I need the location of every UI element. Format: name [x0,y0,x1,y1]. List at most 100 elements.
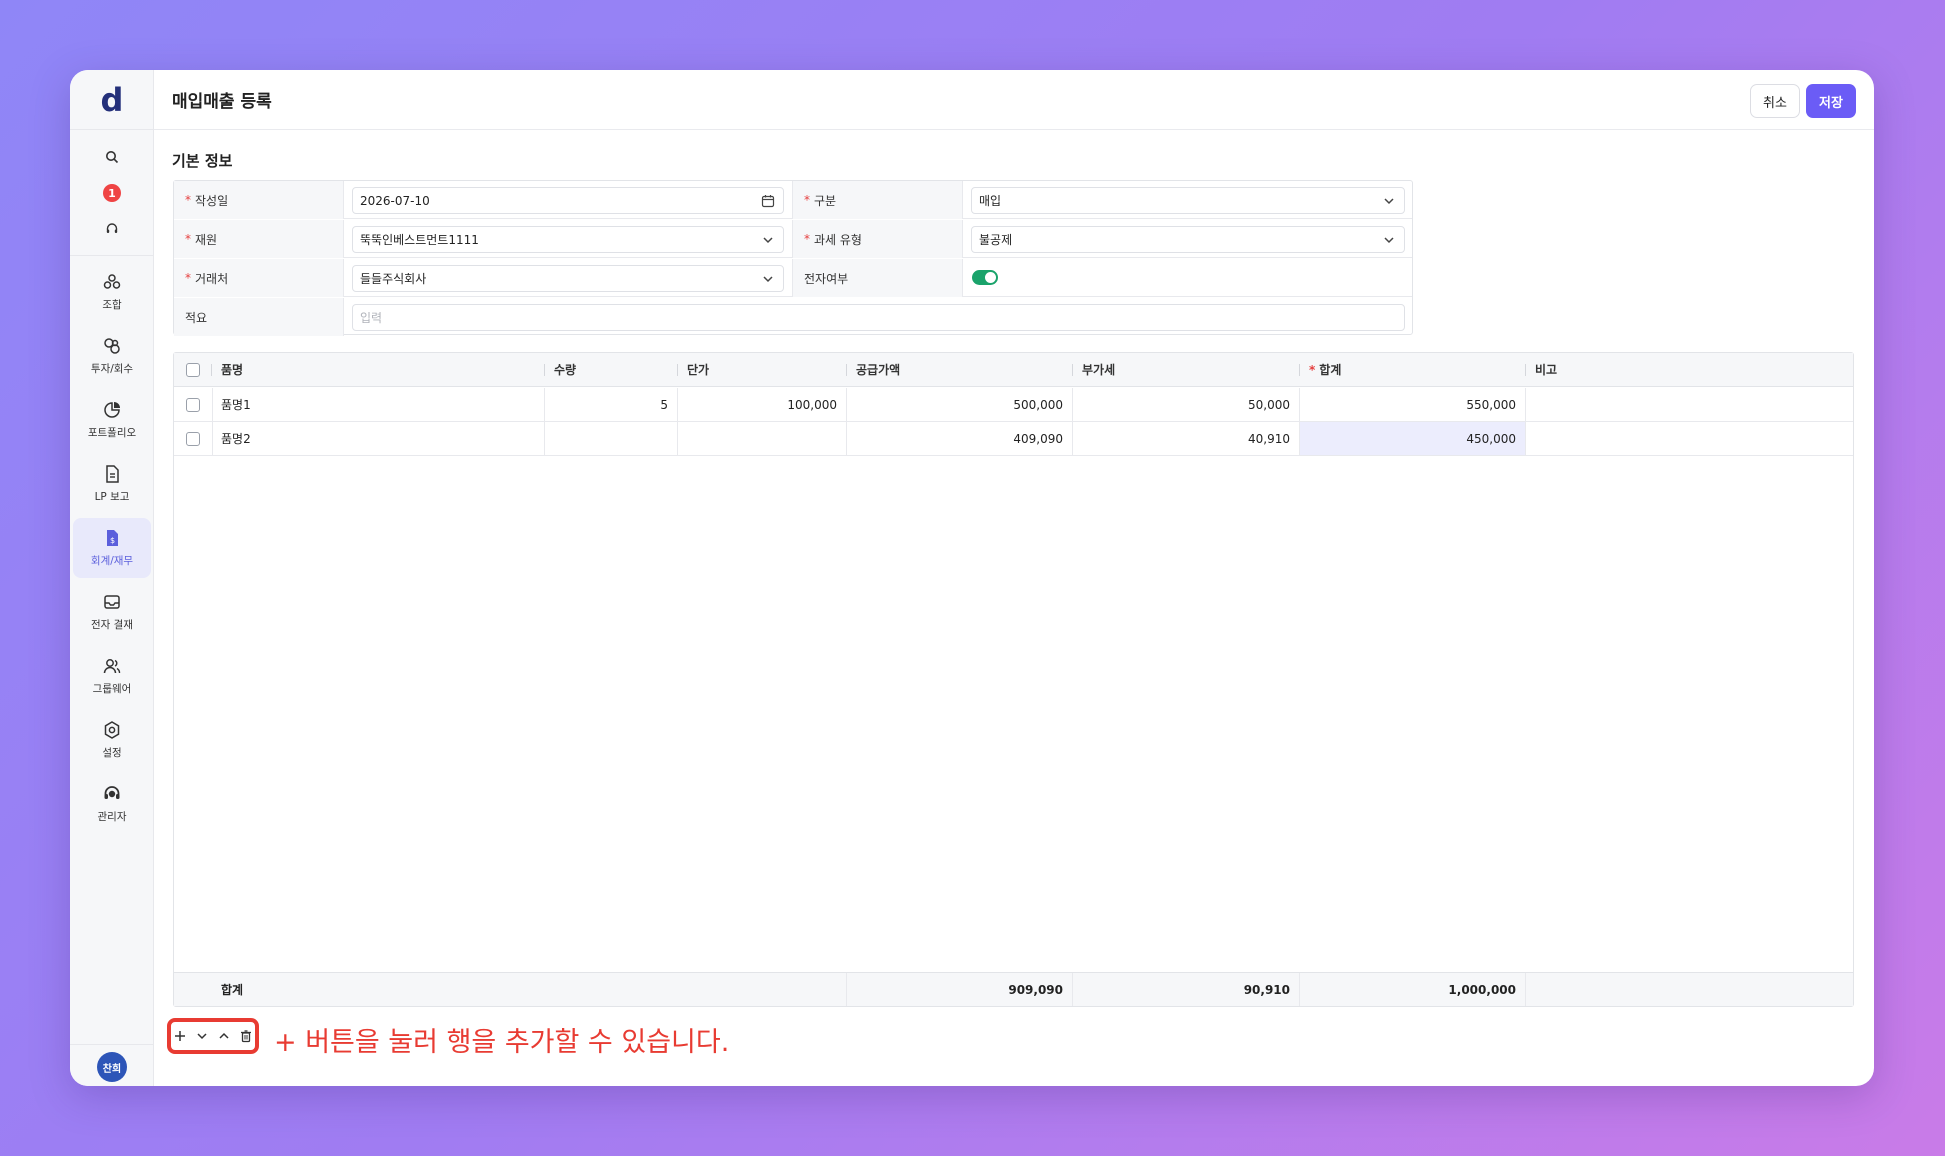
cell-name[interactable]: 품명1 [212,388,544,421]
cell-total[interactable]: 550,000 [1300,388,1525,421]
portfolio-icon [102,400,122,420]
approval-icon [102,592,122,612]
accounting-icon: $ [102,528,122,548]
footer-grand-total: 1,000,000 [1448,982,1516,997]
memo-input[interactable]: 입력 [352,304,1405,331]
avatar[interactable]: 찬희 [97,1052,127,1082]
cell-supply[interactable]: 409,090 [847,422,1072,455]
cell-supply[interactable]: 500,000 [847,388,1072,421]
trash-icon [241,1030,252,1043]
add-row-button[interactable] [171,1027,188,1045]
cell-unit-price[interactable]: 100,000 [678,388,846,421]
sidebar-item-portfolio[interactable]: 포트폴리오 [73,390,151,450]
electronic-toggle[interactable] [972,270,998,285]
sidebar-item-label: 관리자 [97,811,127,823]
form-row: * 작성일 2026-07-10 * 구분 매입 [174,181,1412,219]
move-down-button[interactable] [193,1027,210,1045]
sidebar-item-label: 회계/재무 [90,555,134,567]
row-checkbox[interactable] [186,397,200,412]
type-select[interactable]: 매입 [971,187,1405,214]
column-header-unit-price[interactable]: 단가 [678,353,846,386]
cell-vat[interactable]: 40,910 [1073,422,1299,455]
sidebar-item-settings[interactable]: 설정 [73,710,151,770]
sidebar-divider [70,255,154,256]
chevron-down-icon [197,1033,207,1040]
chevron-up-icon [219,1032,229,1039]
tax-type-select[interactable]: 불공제 [971,226,1405,253]
row-select-cell [174,388,212,421]
save-button[interactable]: 저장 [1806,84,1856,118]
sidebar-item-union[interactable]: 조합 [73,262,151,322]
cell-note[interactable] [1526,388,1854,421]
sidebar-item-investment[interactable]: 투자/회수 [73,326,151,386]
sidebar-item-label: LP 보고 [94,491,130,503]
fund-select[interactable]: 뚝뚝인베스트먼트1111 [352,226,784,253]
report-icon [102,464,122,484]
column-header-name[interactable]: 품명 [212,353,544,386]
delete-row-button[interactable] [238,1027,255,1045]
row-checkbox[interactable] [186,431,200,446]
sidebar-item-approval[interactable]: 전자 결재 [73,582,151,642]
section-title: 기본 정보 [172,152,233,170]
move-up-button[interactable] [216,1027,233,1045]
grid-header: 품명 수량 단가 공급가액 부가세 * 합계 비고 [174,353,1853,387]
union-icon [102,272,122,292]
groupware-icon [102,656,122,676]
headset-icon[interactable] [101,218,123,240]
top-bar: 매입매출 등록 취소 저장 [154,70,1874,130]
cell-name[interactable]: 품명2 [212,422,544,455]
settings-icon [102,720,122,740]
grid-footer-totals: 합계 909,090 90,910 1,000,000 [174,972,1853,1006]
chevron-down-icon [1382,233,1396,247]
chevron-down-icon [1382,194,1396,208]
calendar-icon[interactable] [761,194,775,208]
sidebar-nav: 조합 투자/회수 포트폴리오 LP 보고 $ 회계/재무 전자 결재 그룹웨어 … [73,262,151,834]
sidebar-item-groupware[interactable]: 그룹웨어 [73,646,151,706]
sidebar-item-label: 설정 [102,747,122,759]
cell-unit-price[interactable] [678,422,846,455]
cell-note[interactable] [1526,422,1854,455]
sidebar: d 1 조합 투자/회수 포트폴리오 LP 보고 $ 회계/재무 전자 결재 그… [70,70,154,1086]
sidebar-item-accounting[interactable]: $ 회계/재무 [73,518,151,578]
memo-placeholder: 입력 [360,311,383,325]
table-row[interactable]: 품명2 409,090 40,910 450,000 [174,422,1853,456]
tax-type-label: * 과세 유형 [793,220,963,258]
column-header-supply[interactable]: 공급가액 [847,353,1072,386]
select-all-cell [174,353,212,386]
sidebar-item-admin[interactable]: 관리자 [73,774,151,834]
cell-vat[interactable]: 50,000 [1073,388,1299,421]
search-icon[interactable] [101,146,123,168]
sidebar-item-lp-report[interactable]: LP 보고 [73,454,151,514]
date-field[interactable]: 2026-07-10 [352,187,784,214]
select-all-checkbox[interactable] [186,362,200,377]
notification-badge[interactable]: 1 [103,184,121,202]
column-header-vat[interactable]: 부가세 [1073,353,1299,386]
cell-total-selected[interactable]: 450,000 [1300,422,1525,455]
electronic-label: 전자여부 [793,259,963,297]
sidebar-item-label: 투자/회수 [90,363,134,375]
cell-qty[interactable] [545,422,677,455]
column-header-note[interactable]: 비고 [1526,353,1854,386]
partner-label: * 거래처 [174,259,344,297]
cell-divider [1525,973,1526,1006]
sidebar-item-label: 전자 결재 [91,619,133,631]
sidebar-item-label: 포트폴리오 [87,427,137,439]
fund-label: * 재원 [174,220,344,258]
sidebar-item-label: 조합 [102,299,122,311]
footer-total-label: 합계 [221,983,244,997]
plus-icon [174,1031,185,1041]
items-grid: 품명 수량 단가 공급가액 부가세 * 합계 비고 품명1 5 100,000 … [173,352,1854,1007]
table-row[interactable]: 품명1 5 100,000 500,000 50,000 550,000 [174,388,1853,422]
cell-qty[interactable]: 5 [545,388,677,421]
column-header-total[interactable]: * 합계 [1300,353,1525,386]
partner-select[interactable]: 들들주식회사 [352,265,784,292]
form-row: * 거래처 들들주식회사 전자여부 [174,259,1412,297]
app-logo[interactable]: d [70,70,154,130]
chevron-down-icon [761,272,775,286]
investment-icon [102,336,122,356]
cancel-button[interactable]: 취소 [1750,84,1800,118]
basic-info-form: * 작성일 2026-07-10 * 구분 매입 * 재원 뚝뚝인베스트먼트11… [173,180,1413,336]
form-row: 적요 입력 [174,298,1412,336]
column-header-qty[interactable]: 수량 [545,353,677,386]
main-content: 매입매출 등록 취소 저장 기본 정보 * 작성일 2026-07-10 * 구분 … [154,70,1874,1086]
